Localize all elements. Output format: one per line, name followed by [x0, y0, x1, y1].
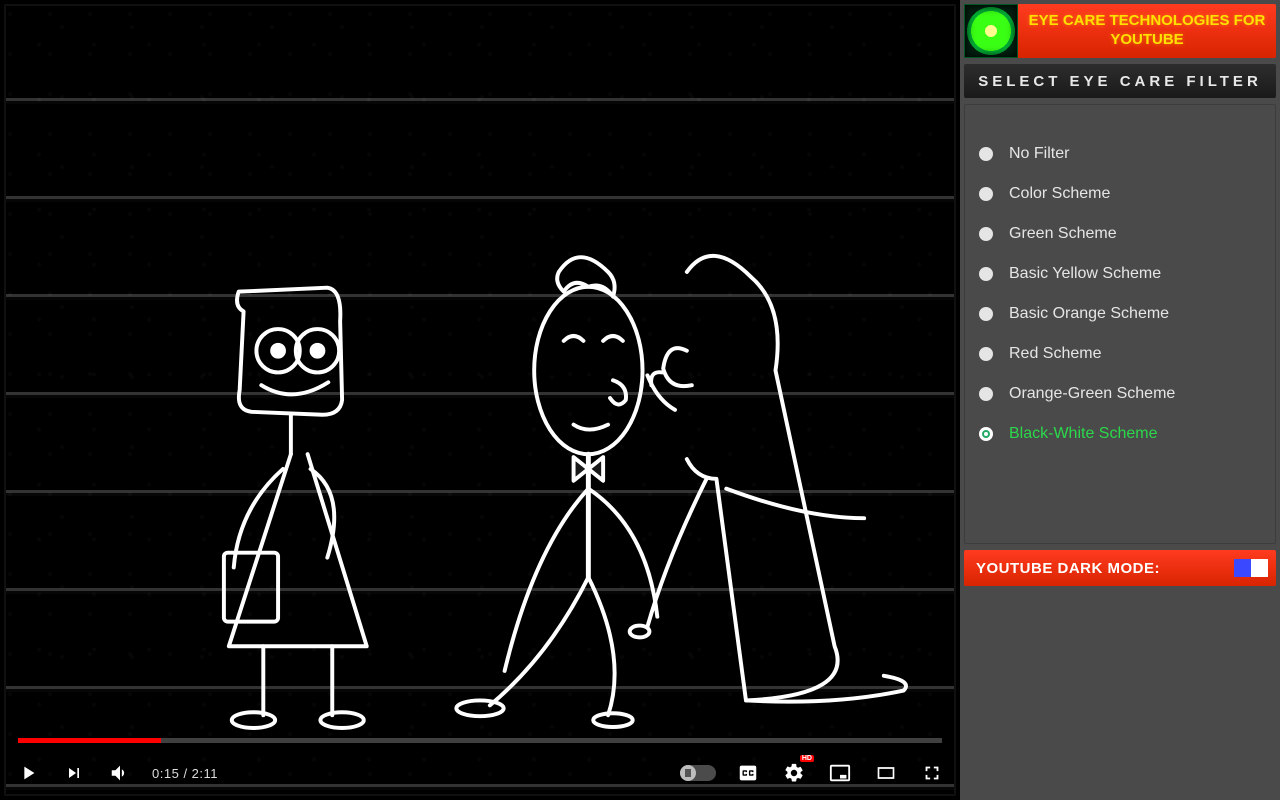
filter-option[interactable]: Black-White Scheme — [979, 425, 1269, 443]
dark-mode-label: YOUTUBE DARK MODE: — [976, 560, 1160, 577]
filter-label: No Filter — [1009, 145, 1069, 163]
video-still — [6, 6, 954, 794]
filter-label: Color Scheme — [1009, 185, 1110, 203]
brand-title: EYE CARE TECHNOLOGIES FOR YOUTUBE — [1018, 12, 1276, 50]
filter-option[interactable]: Basic Orange Scheme — [979, 305, 1269, 323]
filter-option[interactable]: Green Scheme — [979, 225, 1269, 243]
radio-icon — [979, 387, 993, 401]
filter-label: Orange-Green Scheme — [1009, 385, 1175, 403]
autoplay-knob — [680, 765, 696, 781]
radio-icon — [979, 307, 993, 321]
duration: 2:11 — [192, 766, 218, 781]
time-separator: / — [183, 766, 191, 781]
radio-icon — [979, 187, 993, 201]
theater-button[interactable] — [872, 759, 900, 787]
time-display: 0:15 / 2:11 — [152, 766, 218, 781]
brand-header: EYE CARE TECHNOLOGIES FOR YOUTUBE — [964, 4, 1276, 58]
player-controls: 0:15 / 2:11 HD — [0, 746, 960, 800]
volume-button[interactable] — [106, 759, 134, 787]
radio-icon — [979, 227, 993, 241]
filter-label: Basic Orange Scheme — [1009, 305, 1169, 323]
radio-icon — [979, 147, 993, 161]
filter-option[interactable]: Color Scheme — [979, 185, 1269, 203]
dark-mode-knob — [1251, 559, 1268, 577]
hd-badge: HD — [800, 755, 814, 762]
fullscreen-button[interactable] — [918, 759, 946, 787]
video-player[interactable]: 0:15 / 2:11 HD — [0, 0, 960, 800]
select-filter-heading: SELECT EYE CARE FILTER — [964, 64, 1276, 98]
play-button[interactable] — [14, 759, 42, 787]
video-frame — [4, 4, 956, 796]
filter-option[interactable]: Red Scheme — [979, 345, 1269, 363]
filter-label: Basic Yellow Scheme — [1009, 265, 1161, 283]
settings-button[interactable]: HD — [780, 759, 808, 787]
brand-logo — [964, 4, 1018, 58]
filter-label: Red Scheme — [1009, 345, 1102, 363]
filter-label: Black-White Scheme — [1009, 425, 1158, 443]
autoplay-toggle[interactable] — [680, 765, 716, 781]
dark-mode-toggle[interactable] — [1234, 559, 1268, 577]
sidebar: EYE CARE TECHNOLOGIES FOR YOUTUBE SELECT… — [960, 0, 1280, 800]
filter-option[interactable]: Basic Yellow Scheme — [979, 265, 1269, 283]
progress-bar[interactable] — [18, 738, 942, 743]
miniplayer-button[interactable] — [826, 759, 854, 787]
dark-mode-bar: YOUTUBE DARK MODE: — [964, 550, 1276, 586]
radio-icon — [979, 267, 993, 281]
radio-icon — [979, 347, 993, 361]
progress-played — [18, 738, 161, 743]
filter-label: Green Scheme — [1009, 225, 1117, 243]
filter-option[interactable]: Orange-Green Scheme — [979, 385, 1269, 403]
captions-button[interactable] — [734, 759, 762, 787]
video-noise-overlay — [6, 6, 954, 794]
next-button[interactable] — [60, 759, 88, 787]
current-time: 0:15 — [152, 766, 179, 781]
radio-icon — [979, 427, 993, 441]
filter-list: No Filter Color Scheme Green Scheme Basic Y… — [964, 104, 1276, 544]
filter-option[interactable]: No Filter — [979, 145, 1269, 163]
app-root: 0:15 / 2:11 HD — [0, 0, 1280, 800]
